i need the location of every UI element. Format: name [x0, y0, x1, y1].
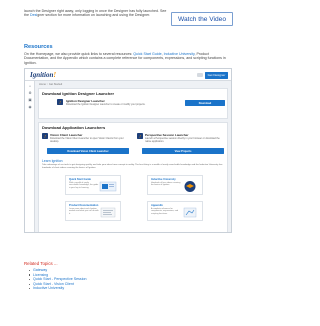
perspective-icon: ! — [137, 133, 143, 139]
resources-text: On the Homepage, we also provide quick l… — [24, 52, 134, 56]
breadcrumb-current: Get Started — [48, 83, 63, 86]
get-designer-button[interactable]: Get Designer — [205, 71, 228, 79]
inductive-university-link[interactable]: Inductive University — [164, 52, 195, 56]
help-icon[interactable]: ◉ — [28, 105, 32, 110]
related-topics-heading: Related Topics ... — [24, 261, 58, 266]
appendix-card[interactable]: Appendix A complete reference for compon… — [147, 201, 203, 221]
view-projects-button[interactable]: View Projects — [142, 148, 224, 154]
designer-icon: ! — [57, 99, 63, 105]
gateway-homepage-screenshot: Ignition! Get Designer ⌂ ⚙ ▣ ◉ Home > Ge… — [24, 68, 232, 233]
designer-section-title: Download Ignition Designer Launcher — [42, 91, 115, 96]
intro-paragraph: launch the Designer right away, only log… — [24, 9, 172, 18]
vision-icon: ! — [42, 133, 48, 139]
university-logo-icon — [184, 181, 196, 192]
breadcrumb: Home > Get Started — [39, 83, 62, 86]
download-vision-button[interactable]: Download Vision Client Launcher — [47, 148, 129, 154]
quick-start-card[interactable]: Quick Start Guide With a wealth of easil… — [65, 175, 121, 195]
designer-launcher-panel: Download Ignition Designer Launcher ! Ig… — [38, 88, 228, 119]
quick-start-illustration — [99, 181, 117, 192]
watch-video-button[interactable]: Watch the Video — [171, 12, 233, 26]
vision-card-desc: Download the Vision Client Launcher to o… — [50, 137, 124, 143]
inductive-university-card[interactable]: Inductive University Hundreds of free vi… — [147, 175, 203, 195]
learn-card-desc: Hundreds of free videos covering the bas… — [151, 181, 181, 187]
app-section-title: Download Application Launchers — [42, 125, 106, 130]
ignition-logo: Ignition! — [30, 71, 57, 79]
app-launchers-panel: Download Application Launchers ! Vision … — [38, 122, 228, 232]
status-icon[interactable]: ▣ — [28, 98, 32, 103]
config-icon[interactable]: ⚙ — [28, 91, 32, 96]
learn-card-desc: With a wealth of easily searchable knowl… — [69, 181, 99, 189]
home-icon[interactable]: ⌂ — [28, 84, 32, 89]
download-designer-button[interactable]: Download — [185, 100, 225, 106]
user-icon[interactable] — [197, 73, 203, 77]
perspective-card-desc: Launch a Perspective session directly in… — [145, 137, 220, 143]
intro-text-continued: gner section for more information on lau… — [37, 13, 151, 18]
designer-card-desc: Download the Ignition Designer Launcher … — [66, 103, 146, 106]
sidebar: ⌂ ⚙ ▣ ◉ — [25, 81, 35, 232]
learn-card-desc: A complete reference for components, exp… — [151, 207, 179, 215]
resources-paragraph: On the Homepage, we also provide quick l… — [24, 52, 230, 65]
learn-ignition-title: Learn Ignition — [42, 159, 63, 163]
related-topics-list: Gateway Licensing Quick Start - Perspect… — [29, 268, 87, 291]
resources-heading: Resources — [24, 44, 53, 50]
learn-ignition-text: Take advantage of our tools to get desig… — [42, 164, 223, 169]
quick-start-guide-link[interactable]: Quick Start Guide — [133, 52, 161, 56]
learn-card-desc: Learn more about each Ignition module an… — [69, 207, 99, 215]
product-documentation-card[interactable]: Product Documentation Learn more about e… — [65, 201, 121, 221]
related-topic-link[interactable]: Inductive University — [29, 286, 87, 291]
appendix-illustration — [183, 207, 197, 218]
breadcrumb-home[interactable]: Home — [39, 83, 46, 86]
documentation-illustration — [100, 207, 116, 218]
top-bar: Ignition! Get Designer — [25, 69, 231, 81]
